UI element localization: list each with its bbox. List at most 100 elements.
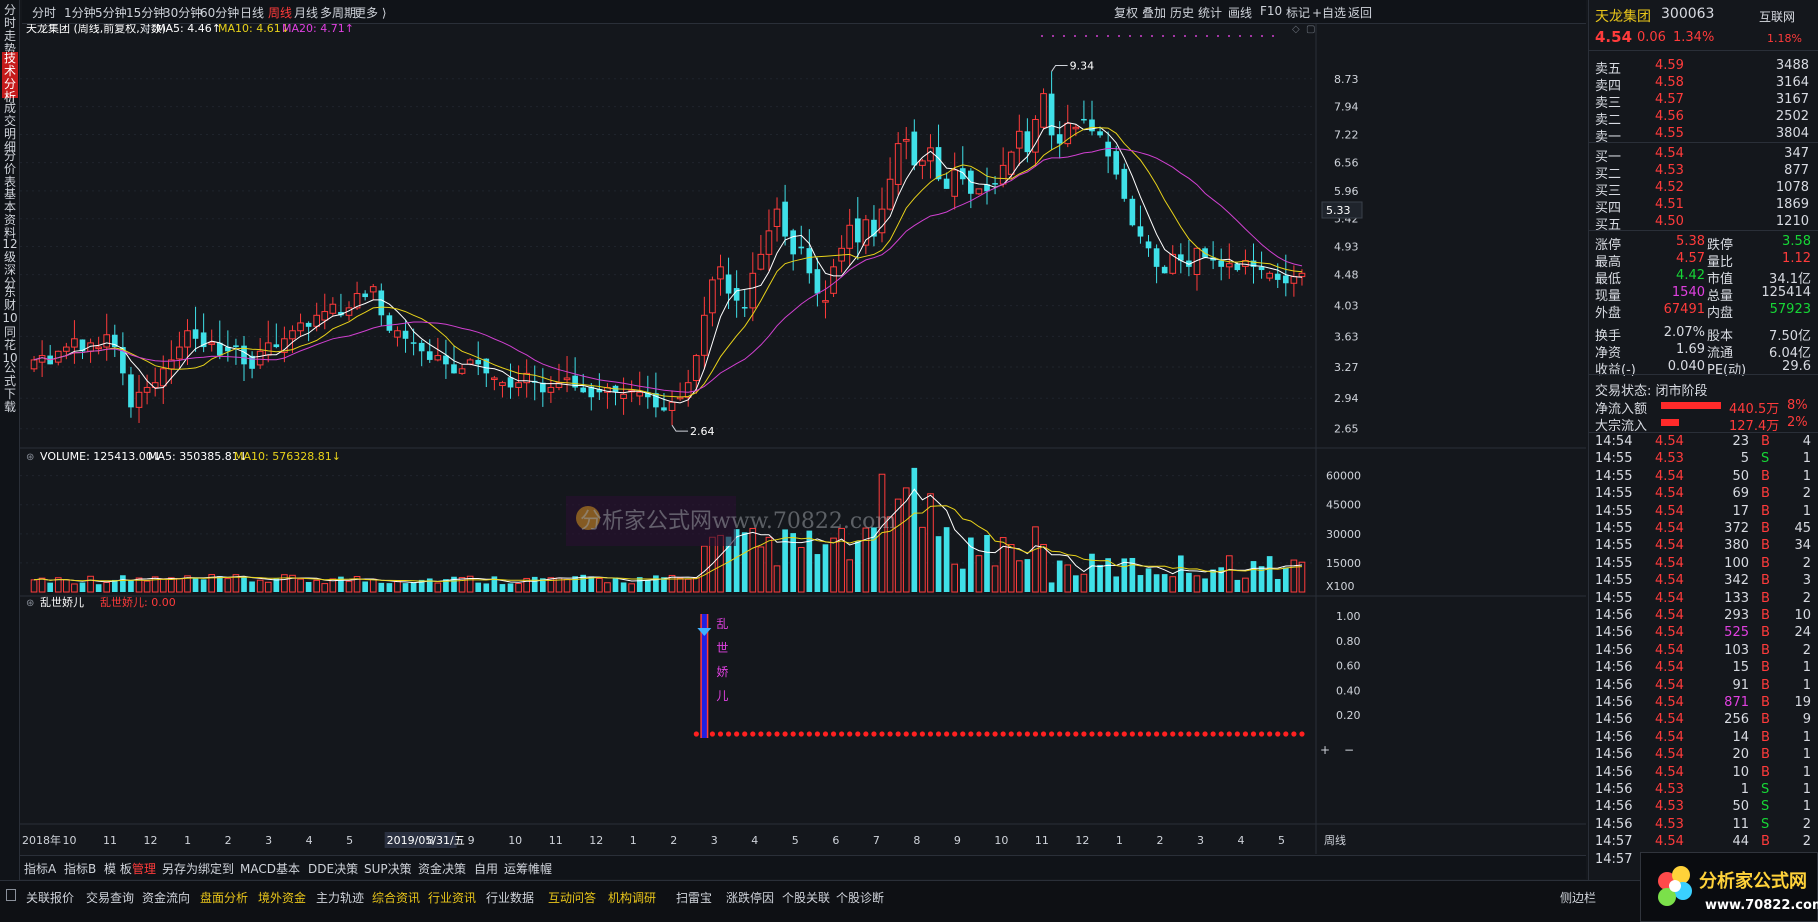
- period-tab[interactable]: 30分钟: [163, 4, 202, 21]
- bid-volume: 1869: [1775, 197, 1809, 212]
- candle-down: [1048, 93, 1055, 136]
- period-tab[interactable]: 周线: [268, 4, 292, 21]
- time-axis-label: 1: [630, 834, 637, 847]
- period-tab[interactable]: 1分钟: [64, 4, 96, 21]
- indicator-tab[interactable]: 运筹帷幄: [504, 860, 552, 877]
- pane-settings-icon[interactable]: ◇: [1292, 24, 1300, 35]
- tick-count: 1: [1802, 451, 1811, 467]
- toolbar-action-button[interactable]: F10: [1260, 4, 1282, 18]
- function-tab[interactable]: 涨跌停因: [726, 889, 774, 906]
- indicator-tab[interactable]: SUP决策: [364, 860, 412, 877]
- ma5-legend: MA5: 4.46↑: [156, 24, 221, 35]
- tick-time: 14:55: [1595, 590, 1633, 606]
- indicator-tab[interactable]: MACD基本: [240, 860, 300, 877]
- candle-down: [943, 178, 950, 189]
- left-view-tab[interactable]: 公式下载: [2, 362, 18, 414]
- function-tab[interactable]: 扫雷宝: [676, 889, 712, 906]
- left-view-tab[interactable]: 成交明细: [2, 102, 18, 154]
- toolbar-action-button[interactable]: 画线: [1228, 4, 1252, 21]
- price-axis-tick: 4.93: [1334, 241, 1359, 254]
- left-view-tab[interactable]: 技术分析: [2, 52, 18, 104]
- tick-time: 14:56: [1595, 816, 1633, 832]
- kline-chart-area[interactable]: 8.737.947.226.565.965.424.934.484.033.63…: [20, 24, 1586, 854]
- left-view-tab[interactable]: 东财10: [2, 286, 18, 325]
- tick-price: 4.53: [1655, 799, 1684, 815]
- period-tab[interactable]: 5分钟: [95, 4, 127, 21]
- toolbar-action-button[interactable]: 统计: [1198, 4, 1222, 21]
- tick-volume: 100: [1724, 555, 1749, 571]
- price-axis-tick: 2.65: [1334, 423, 1359, 436]
- function-tab[interactable]: 资金流向: [142, 889, 190, 906]
- tick-volume: 20: [1732, 747, 1749, 763]
- period-tab[interactable]: 60分钟: [200, 4, 239, 21]
- legend-toggle-icon[interactable]: ⊛: [26, 452, 34, 463]
- function-tab[interactable]: 个股关联: [782, 889, 830, 906]
- time-axis-label: 8: [913, 834, 920, 847]
- period-tab[interactable]: 月线: [294, 4, 318, 21]
- function-tab[interactable]: 主力轨迹: [316, 889, 364, 906]
- period-tab[interactable]: 更多 ⟩: [354, 4, 387, 21]
- candle-down: [814, 269, 821, 294]
- left-view-tab[interactable]: 基本资料: [2, 188, 18, 240]
- function-tab[interactable]: 行业资讯: [428, 889, 476, 906]
- indicator-tab[interactable]: 自用: [474, 860, 498, 877]
- volume-ma10-legend: MA10: 576328.81↓: [234, 450, 341, 463]
- tick-side: S: [1761, 451, 1770, 467]
- indicator-tab[interactable]: 指标B: [64, 860, 96, 877]
- time-axis-label: 10: [63, 834, 77, 847]
- period-tab[interactable]: 分时: [32, 4, 56, 21]
- candle-down: [1081, 118, 1087, 121]
- indicator-axis-tick: 0.40: [1336, 684, 1361, 697]
- function-tab[interactable]: 机构调研: [608, 889, 656, 906]
- candle-up: [103, 334, 111, 348]
- indicator-tab[interactable]: 另存为: [162, 860, 198, 877]
- price-axis-tick: 6.56: [1334, 157, 1359, 170]
- bid-price: 4.53: [1655, 163, 1684, 178]
- toolbar-action-button[interactable]: 复权: [1114, 4, 1138, 21]
- candle-up: [830, 266, 837, 294]
- left-view-tab[interactable]: 分价表: [2, 150, 18, 189]
- toolbar-action-button[interactable]: 历史: [1170, 4, 1194, 21]
- candle-up: [1040, 93, 1047, 128]
- toolbar-action-button[interactable]: 标记: [1286, 4, 1310, 21]
- indicator-tab[interactable]: DDE决策: [308, 860, 358, 877]
- toolbar-action-button[interactable]: 叠加: [1142, 4, 1166, 21]
- toolbar-action-button[interactable]: 返回: [1348, 4, 1372, 21]
- function-tab[interactable]: 关联报价: [26, 889, 74, 906]
- time-axis-label: 9: [468, 834, 475, 847]
- left-view-tab[interactable]: 12级深分: [2, 238, 18, 290]
- left-view-tab[interactable]: 分时走势: [2, 4, 18, 56]
- candle-up: [846, 224, 854, 249]
- candle-up: [563, 377, 571, 381]
- period-tab[interactable]: 多周期: [320, 4, 356, 21]
- function-tab[interactable]: 盘面分析: [200, 889, 248, 906]
- function-tab[interactable]: 互动问答: [548, 889, 596, 906]
- zoom-out-icon[interactable]: −: [1344, 743, 1354, 757]
- bid-price: 4.52: [1655, 180, 1684, 195]
- toolbar-action-button[interactable]: +自选: [1312, 4, 1346, 21]
- function-tab[interactable]: 交易查询: [86, 889, 134, 906]
- legend-toggle-icon[interactable]: ⊛: [26, 598, 34, 609]
- indicator-tab[interactable]: 管理: [132, 860, 156, 877]
- indicator-tab[interactable]: 资金决策: [418, 860, 466, 877]
- svg-text:儿: 儿: [716, 689, 728, 703]
- tick-volume: 293: [1724, 608, 1749, 623]
- tick-price: 4.53: [1655, 451, 1684, 467]
- indicator-tab[interactable]: 指标A: [24, 860, 56, 877]
- function-tab[interactable]: 综合资讯: [372, 889, 420, 906]
- zoom-in-icon[interactable]: +: [1320, 743, 1330, 757]
- legend-toggle-icon[interactable]: ⊛: [142, 24, 150, 35]
- indicator-tab[interactable]: 模 板: [104, 860, 132, 877]
- indicator-tab[interactable]: 绑定到: [198, 860, 234, 877]
- pane-maximize-icon[interactable]: ▢: [1306, 24, 1315, 35]
- function-tab[interactable]: 行业数据: [486, 889, 534, 906]
- candle-up: [499, 382, 506, 386]
- brand-logo-url: www.70822.com: [1705, 898, 1818, 913]
- left-view-tab[interactable]: 同花10: [2, 326, 18, 365]
- function-tab[interactable]: 境外资金: [258, 889, 306, 906]
- period-tab[interactable]: 日线: [240, 4, 264, 21]
- function-tab[interactable]: 个股诊断: [836, 889, 884, 906]
- menu-icon[interactable]: [6, 889, 16, 901]
- function-tab[interactable]: 侧边栏: [1560, 889, 1596, 906]
- period-tab[interactable]: 15分钟: [126, 4, 165, 21]
